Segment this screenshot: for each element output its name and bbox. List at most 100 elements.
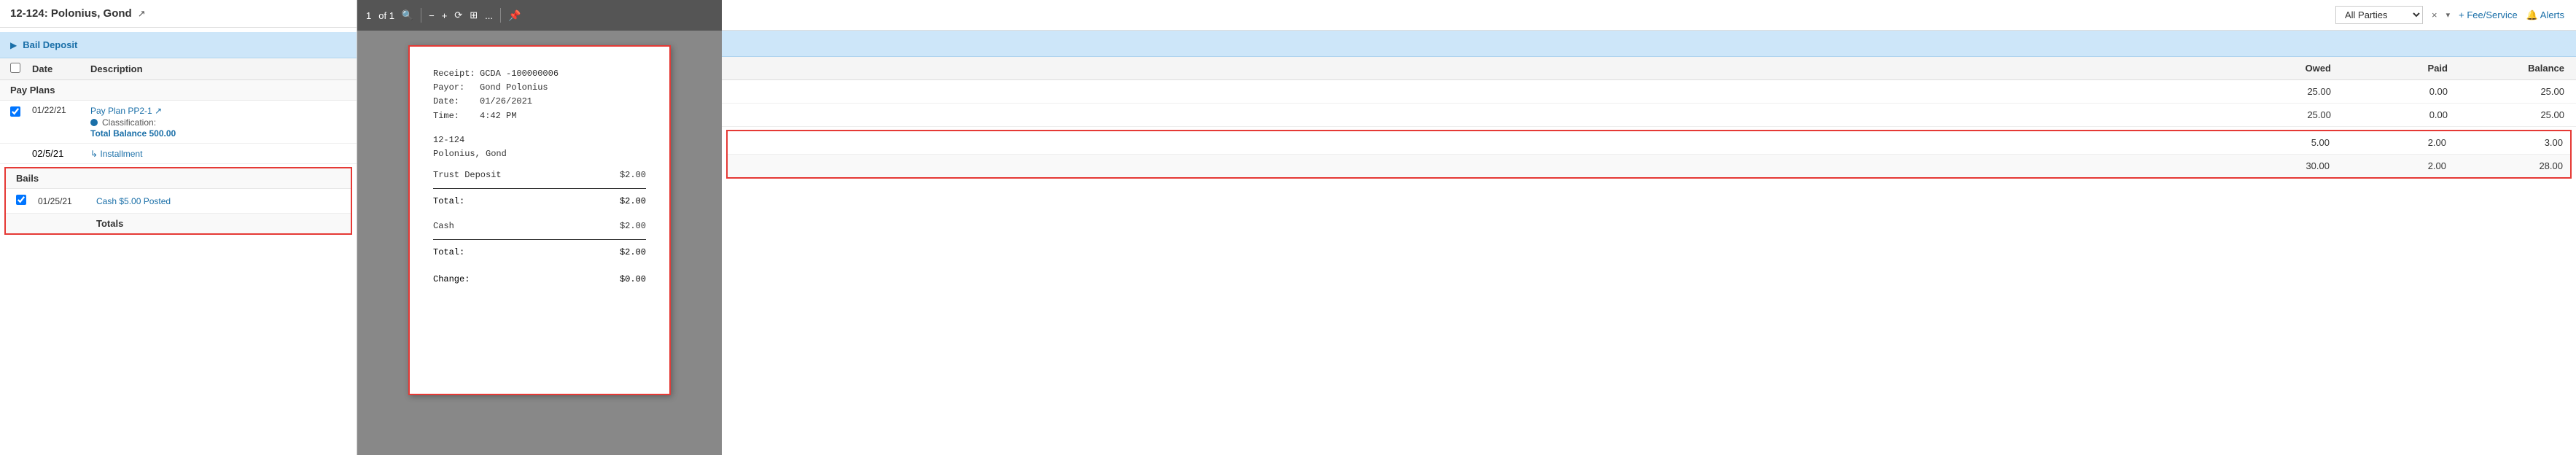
bail-deposit-bar[interactable]: ▶ Bail Deposit [0, 32, 357, 58]
pdf-more-icon[interactable]: ... [485, 10, 493, 21]
payor-value: Gond Polonius [480, 81, 548, 95]
pay-plan-link[interactable]: Pay Plan PP2-1 ↗ [90, 106, 162, 116]
right-bails-balance: 3.00 [2446, 137, 2563, 148]
right-installment-row: 25.00 0.00 25.00 [722, 104, 2576, 127]
right-pay-plan-row: 25.00 0.00 25.00 [722, 80, 2576, 104]
bails-desc: Cash $5.00 Posted [96, 195, 341, 206]
all-parties-select[interactable]: All Parties [2335, 6, 2423, 24]
pdf-view-icon[interactable]: ⊞ [470, 9, 478, 21]
total-balance-text: Total Balance 500.00 [90, 128, 176, 139]
trust-deposit-label: Trust Deposit [433, 168, 502, 182]
right-header-balance: Balance [2448, 63, 2564, 74]
case-line2: Polonius, Gond [433, 147, 646, 161]
fee-service-label: + Fee/Service [2459, 9, 2518, 20]
bails-check-col[interactable] [16, 195, 38, 207]
clear-parties-icon[interactable]: × [2432, 9, 2437, 20]
pdf-toolbar-separator2 [500, 8, 501, 23]
pdf-of-label: of 1 [378, 10, 394, 21]
totals-row: Totals [6, 214, 351, 233]
pdf-search-icon[interactable]: 🔍 [402, 9, 413, 21]
bails-label: Bails [6, 168, 351, 189]
header-desc-col: Description [90, 63, 346, 74]
date-key: Date: [433, 95, 477, 109]
right-pay-plan-owed: 25.00 [2214, 86, 2331, 97]
pdf-zoom-in-icon[interactable]: + [442, 10, 448, 21]
receipt-divider1 [433, 188, 646, 189]
pdf-zoom-out-icon[interactable]: − [429, 10, 435, 21]
total1-line: Total: $2.00 [433, 193, 646, 210]
right-bails-paid: 2.00 [2330, 137, 2446, 148]
cash-value: $2.00 [620, 219, 646, 233]
pdf-content-area: Receipt: GCDA -100000006 Payor: Gond Pol… [357, 31, 722, 455]
right-panel: All Parties × ▾ + Fee/Service 🔔 Alerts O… [722, 0, 2576, 455]
parties-dropdown-icon[interactable]: ▾ [2446, 10, 2451, 20]
pdf-page: Receipt: GCDA -100000006 Payor: Gond Pol… [408, 45, 671, 395]
total2-label: Total: [433, 246, 464, 260]
alerts-button[interactable]: 🔔 Alerts [2526, 9, 2564, 21]
pdf-pin-icon[interactable]: 📌 [508, 9, 521, 22]
right-installment-paid: 0.00 [2331, 109, 2448, 120]
right-bails-section: 5.00 2.00 3.00 30.00 2.00 28.00 [726, 130, 2572, 179]
pay-plan-date: 01/22/21 [32, 105, 90, 115]
installment-desc[interactable]: ↳ Installment [90, 149, 346, 159]
cash-line: Cash $2.00 [433, 218, 646, 235]
case-title: 12-124: Polonius, Gond [10, 7, 132, 20]
header-date-col: Date [32, 63, 90, 74]
alerts-label: 🔔 Alerts [2526, 9, 2564, 21]
classification-label: Classification: [102, 117, 156, 128]
total2-value: $2.00 [620, 246, 646, 260]
change-line: Change: $0.00 [433, 271, 646, 288]
totals-label: Totals [96, 218, 341, 229]
bail-deposit-chevron-icon: ▶ [10, 40, 17, 50]
right-bails-data-row: 5.00 2.00 3.00 [728, 131, 2570, 155]
cash-section: Cash $2.00 Total: $2.00 [433, 218, 646, 261]
pdf-toolbar: 1 of 1 🔍 − + ⟳ ⊞ ... 📌 [357, 0, 722, 31]
pay-plans-section-label: Pay Plans [0, 80, 357, 101]
right-toolbar: All Parties × ▾ + Fee/Service 🔔 Alerts [722, 0, 2576, 31]
bails-section: Bails 01/25/21 Cash $5.00 Posted Totals [4, 167, 352, 235]
trust-deposit-line: Trust Deposit $2.00 [433, 167, 646, 184]
change-value: $0.00 [620, 273, 646, 287]
right-totals-owed: 30.00 [2213, 160, 2330, 171]
receipt-case-info: 12-124 Polonius, Gond [433, 133, 646, 161]
time-key: Time: [433, 109, 477, 123]
pay-plan-check-col[interactable] [10, 105, 32, 119]
pdf-page-number: 1 [366, 10, 371, 21]
pay-plan-checkbox[interactable] [10, 106, 20, 117]
right-blue-bar [722, 31, 2576, 57]
case-line1: 12-124 [433, 133, 646, 147]
change-label: Change: [433, 273, 470, 287]
installment-date: 02/5/21 [32, 148, 90, 159]
total2-line: Total: $2.00 [433, 244, 646, 261]
table-header: Date Description [0, 58, 357, 80]
right-header-paid: Paid [2331, 63, 2448, 74]
bail-deposit-label: Bail Deposit [23, 39, 77, 50]
date-line: Date: 01/26/2021 [433, 95, 646, 109]
right-totals-paid: 2.00 [2330, 160, 2446, 171]
fee-service-button[interactable]: + Fee/Service [2459, 9, 2518, 20]
time-line: Time: 4:42 PM [433, 109, 646, 123]
right-pay-plan-balance: 25.00 [2448, 86, 2564, 97]
bails-checkbox[interactable] [16, 195, 26, 205]
pdf-rotate-icon[interactable]: ⟳ [454, 9, 462, 21]
total1-label: Total: [433, 195, 464, 209]
left-header: 12-124: Polonius, Gond ↗ [0, 0, 357, 28]
bails-link[interactable]: Cash $5.00 Posted [96, 196, 171, 206]
pay-plan-desc: Pay Plan PP2-1 ↗ Classification: Total B… [90, 105, 346, 139]
header-checkbox[interactable] [10, 63, 20, 73]
receipt-line: Receipt: GCDA -100000006 [433, 67, 646, 81]
right-header-owed: Owed [2214, 63, 2331, 74]
right-installment-owed: 25.00 [2214, 109, 2331, 120]
cash-label: Cash [433, 219, 454, 233]
right-bails-owed: 5.00 [2213, 137, 2330, 148]
receipt-value: GCDA -100000006 [480, 67, 559, 81]
right-table-header: Owed Paid Balance [722, 57, 2576, 80]
installment-link[interactable]: ↳ Installment [90, 149, 142, 159]
external-link-icon[interactable]: ↗ [138, 8, 146, 20]
total1-value: $2.00 [620, 195, 646, 209]
right-totals-balance: 28.00 [2446, 160, 2563, 171]
installment-row: 02/5/21 ↳ Installment [0, 144, 357, 164]
right-installment-balance: 25.00 [2448, 109, 2564, 120]
bails-date: 01/25/21 [38, 196, 96, 206]
pay-plan-row: 01/22/21 Pay Plan PP2-1 ↗ Classification… [0, 101, 357, 144]
